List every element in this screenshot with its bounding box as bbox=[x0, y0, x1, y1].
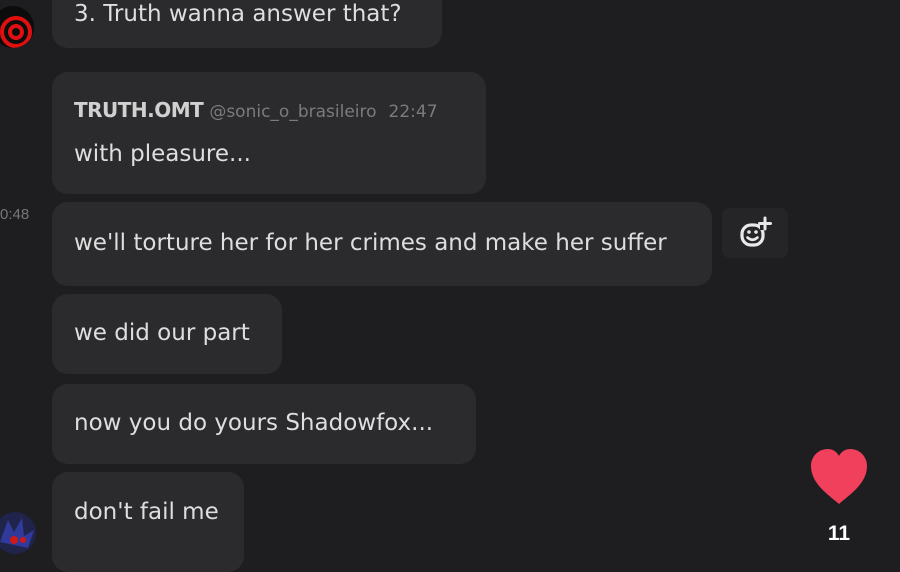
message-bubble[interactable]: 3. Truth wanna answer that? bbox=[52, 0, 442, 48]
message-text: we did our part bbox=[74, 320, 250, 346]
avatar-bottom[interactable] bbox=[0, 512, 36, 554]
sender-handle[interactable]: @sonic_o_brasileiro bbox=[209, 102, 376, 122]
emoji-add-icon bbox=[740, 216, 772, 247]
message-text: 3. Truth wanna answer that? bbox=[74, 1, 402, 27]
message-header: TRUTH.OMT @sonic_o_brasileiro 22:47 bbox=[74, 98, 438, 122]
message-text: with pleasure... bbox=[74, 141, 251, 167]
message-text: now you do yours Shadowfox... bbox=[74, 410, 434, 436]
sender-name[interactable]: TRUTH.OMT bbox=[74, 98, 204, 122]
message-bubble[interactable]: now you do yours Shadowfox... bbox=[52, 384, 476, 464]
avatar-top[interactable] bbox=[0, 6, 34, 48]
like-count: 11 bbox=[827, 522, 851, 545]
message-text: we'll torture her for her crimes and mak… bbox=[74, 230, 667, 256]
message-text: don't fail me bbox=[74, 499, 219, 525]
message-bubble[interactable]: we'll torture her for her crimes and mak… bbox=[52, 202, 712, 286]
avatar-bottom-image bbox=[0, 512, 36, 554]
message-bubble[interactable]: don't fail me bbox=[52, 472, 244, 572]
heart-icon bbox=[811, 449, 867, 504]
like-button[interactable]: 11 bbox=[806, 446, 872, 550]
message-timestamp: 22:47 bbox=[388, 102, 438, 122]
message-bubble[interactable]: we did our part bbox=[52, 294, 282, 374]
hover-timestamp: 0:48 bbox=[0, 206, 30, 223]
message-bubble[interactable]: TRUTH.OMT @sonic_o_brasileiro 22:47 with p… bbox=[52, 72, 486, 194]
avatar-top-image bbox=[0, 6, 34, 48]
add-reaction-button[interactable] bbox=[722, 208, 788, 258]
